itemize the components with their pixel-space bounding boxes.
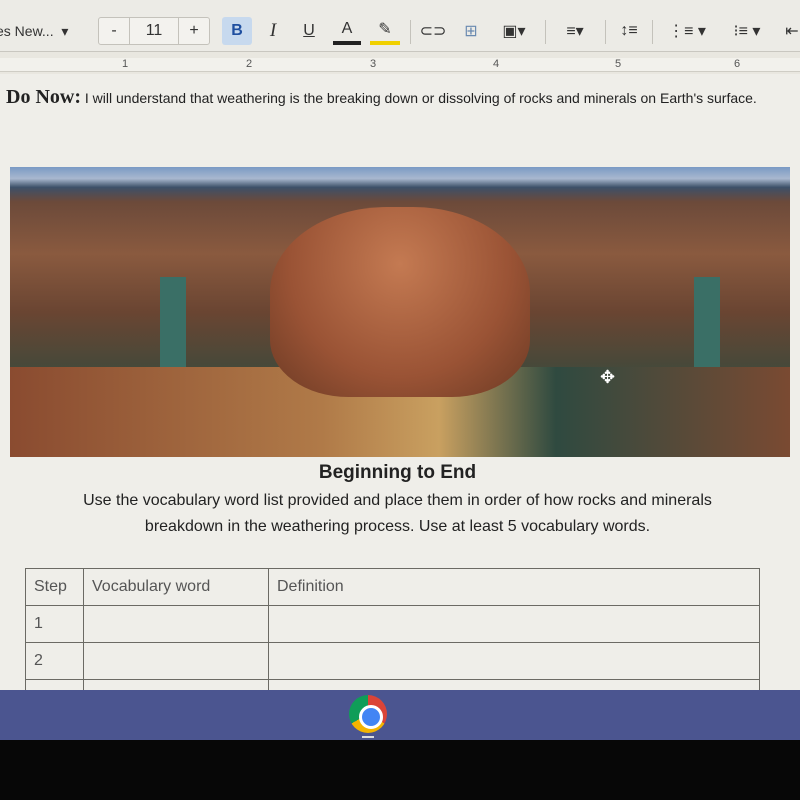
ruler[interactable]: 1 2 3 4 5 6 [0,58,800,72]
header-definition: Definition [268,568,760,606]
table-cell[interactable] [83,642,269,680]
table-cell[interactable] [268,605,760,643]
chrome-icon[interactable] [349,695,387,733]
font-size-group: - 11 + [98,17,210,45]
os-shelf [0,690,800,740]
header-vocabulary: Vocabulary word [83,568,269,606]
horseshoe-rock [270,207,530,397]
align-icon[interactable]: ≡▾ [555,17,595,45]
font-select[interactable]: es New... ▾ [0,17,86,45]
table-cell[interactable]: 1 [25,605,84,643]
toolbar: es New... ▾ - 11 + B I U A ✎ ⊂⊃ ⊞ ▣▾ ≡▾ … [0,0,800,52]
header-step: Step [25,568,84,606]
canyon-image[interactable]: ✥ [10,167,790,457]
italic-button[interactable]: I [260,17,286,45]
comment-icon[interactable]: ⊞ [458,17,484,45]
document-page[interactable]: Do Now: I will understand that weatherin… [0,74,800,717]
running-indicator [362,736,374,738]
image-icon[interactable]: ▣▾ [494,17,534,45]
indent-icon[interactable]: ⇤ [780,17,800,45]
section-heading: Beginning to End [318,462,477,483]
table-row: 1 [25,605,760,643]
line-spacing-icon[interactable]: ↕≡ [615,17,643,45]
table-cell[interactable] [83,605,269,643]
instructions-text: Use the vocabulary word list provided an… [83,492,712,535]
move-icon[interactable]: ✥ [600,367,615,388]
table-row: 2 [25,642,760,680]
highlight-icon[interactable]: ✎ [370,17,400,45]
link-icon[interactable]: ⊂⊃ [420,17,447,45]
table-header-row: Step Vocabulary word Definition [25,568,760,606]
numbered-list-icon[interactable]: ⋮≡ ▾ [662,17,712,45]
table-cell[interactable]: 2 [25,642,84,680]
bold-button[interactable]: B [222,17,252,45]
increase-font-size-button[interactable]: + [179,18,209,44]
underline-button[interactable]: U [296,17,322,45]
bulleted-list-icon[interactable]: ⁝≡ ▾ [722,17,772,45]
do-now-paragraph: Do Now: I will understand that weatherin… [6,86,757,108]
font-size-input[interactable]: 11 [129,18,179,44]
table-cell[interactable] [268,642,760,680]
monitor-bezel [0,740,800,800]
decrease-font-size-button[interactable]: - [99,18,129,44]
text-color-button[interactable]: A [333,17,361,45]
